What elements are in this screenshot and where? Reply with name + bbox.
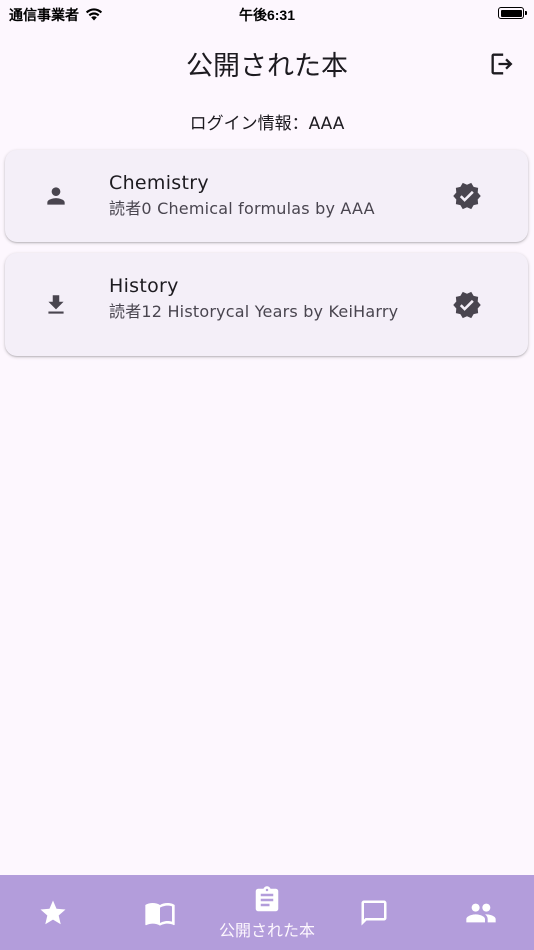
book-subtitle: 読者0 Chemical formulas by AAA [109,199,375,218]
status-time: 午後6:31 [238,7,296,23]
nav-label: 公開された本 [218,920,315,940]
book-title: Chemistry [109,172,209,194]
book-card-chemistry[interactable]: Chemistry 読者0 Chemical formulas by AAA [5,150,528,242]
status-bar: 通信事業者 午後6:31 [0,0,534,28]
nav-item-people[interactable] [427,875,534,950]
nav-item-published-books[interactable]: 公開された本 [214,875,321,950]
book-title: History [109,275,179,297]
logout-icon [491,53,513,75]
book-text: Chemistry 読者0 Chemical formulas by AAA [109,170,418,222]
people-icon [465,903,496,922]
person-icon [43,183,69,209]
download-icon [43,292,69,318]
book-text: History 読者12 Historycal Years by KeiHarr… [109,273,418,325]
page-title: 公開された本 [186,51,348,82]
book-card-history[interactable]: History 読者12 Historycal Years by KeiHarr… [5,253,528,356]
battery-icon [498,7,527,19]
app-bar: 公開された本 [0,40,534,86]
logout-button[interactable] [486,48,518,80]
book-open-icon [145,902,175,926]
login-info: ログイン情報：AAA [189,114,345,134]
nav-item-favorites[interactable] [0,875,107,950]
nav-item-books[interactable] [107,875,214,950]
bottom-nav: 公開された本 [0,875,534,950]
nav-item-chat[interactable] [320,875,427,950]
book-subtitle: 読者12 Historycal Years by KeiHarry [109,302,399,321]
assignment-icon [255,885,279,911]
verified-icon [452,290,482,320]
verified-icon [452,181,482,211]
chat-icon [361,900,387,925]
star-icon [40,900,66,924]
book-list: Chemistry 読者0 Chemical formulas by AAA H… [5,150,528,367]
